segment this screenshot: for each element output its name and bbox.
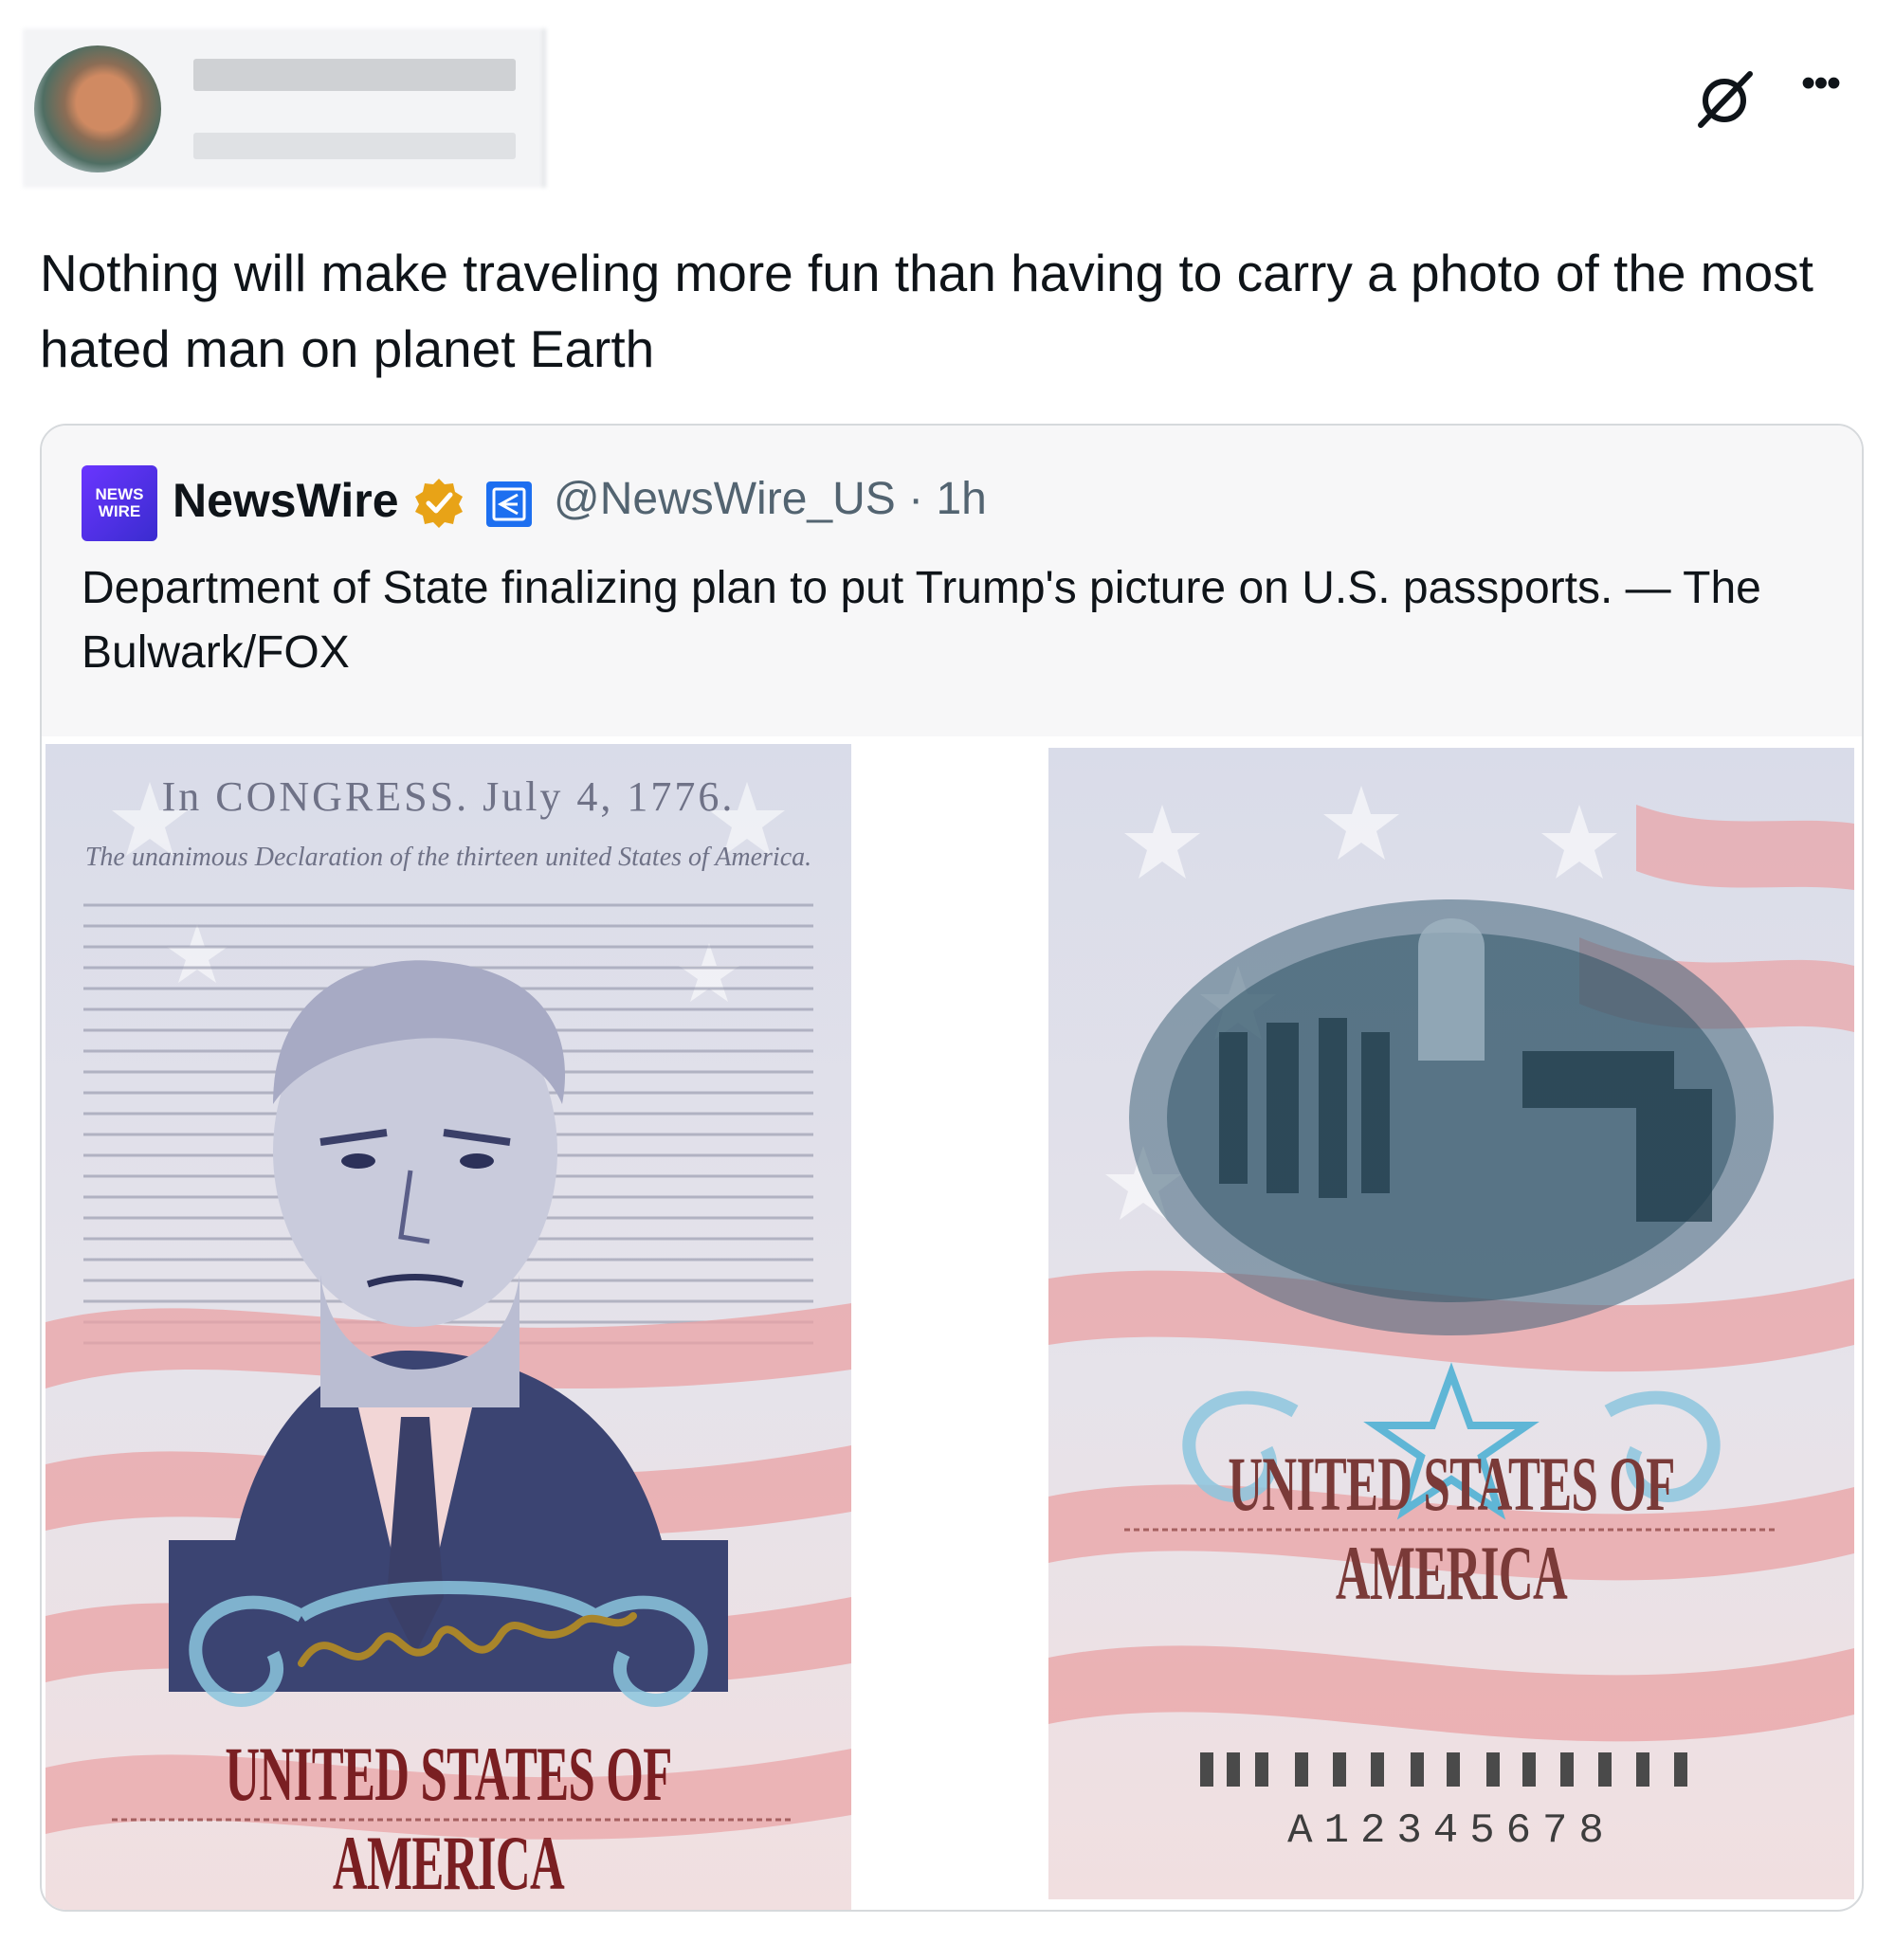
quoted-time[interactable]: 1h bbox=[936, 474, 986, 524]
author-name-blurred[interactable] bbox=[193, 59, 516, 91]
meta-separator: · bbox=[908, 474, 937, 524]
passport-left-header: In CONGRESS. July 4, 1776. bbox=[161, 773, 736, 820]
grok-icon[interactable] bbox=[1691, 66, 1758, 133]
avatar[interactable] bbox=[34, 45, 161, 172]
passport-page-left-image[interactable]: In CONGRESS. July 4, 1776. The unanimous… bbox=[46, 744, 851, 1910]
passport-right-title: UNITED STATES OF AMERICA bbox=[1228, 1441, 1675, 1616]
affiliate-badge-icon bbox=[486, 481, 532, 527]
post-text: Nothing will make traveling more fun tha… bbox=[40, 244, 1813, 378]
passport-left-title: UNITED STATES OF AMERICA bbox=[225, 1731, 672, 1906]
quoted-post-text: Department of State finalizing plan to p… bbox=[82, 563, 1761, 678]
passport-right-artwork bbox=[1048, 786, 1854, 1787]
logo-text-top: NEWS bbox=[95, 485, 144, 503]
passport-page-right-image[interactable]: UNITED STATES OF AMERICA A12345678 bbox=[1048, 748, 1854, 1899]
quoted-post-card[interactable]: NEWS WIRE NewsWire @NewsWire_US · 1h Dep… bbox=[40, 424, 1864, 1912]
post-header: ••• bbox=[23, 28, 1871, 194]
quoted-handle[interactable]: @NewsWire_US bbox=[554, 474, 896, 524]
more-icon[interactable]: ••• bbox=[1792, 63, 1849, 112]
author-handle-blurred[interactable] bbox=[193, 133, 516, 159]
quoted-handle-time: @NewsWire_US · 1h bbox=[554, 473, 987, 525]
newswire-logo[interactable]: NEWS WIRE bbox=[82, 465, 157, 541]
logo-text-bottom: WIRE bbox=[98, 502, 141, 520]
passport-left-subheader: The unanimous Declaration of the thirtee… bbox=[84, 843, 812, 872]
passport-serial-number: A12345678 bbox=[1287, 1807, 1615, 1855]
verified-badge-icon bbox=[415, 479, 463, 528]
quoted-display-name[interactable]: NewsWire bbox=[173, 473, 399, 528]
